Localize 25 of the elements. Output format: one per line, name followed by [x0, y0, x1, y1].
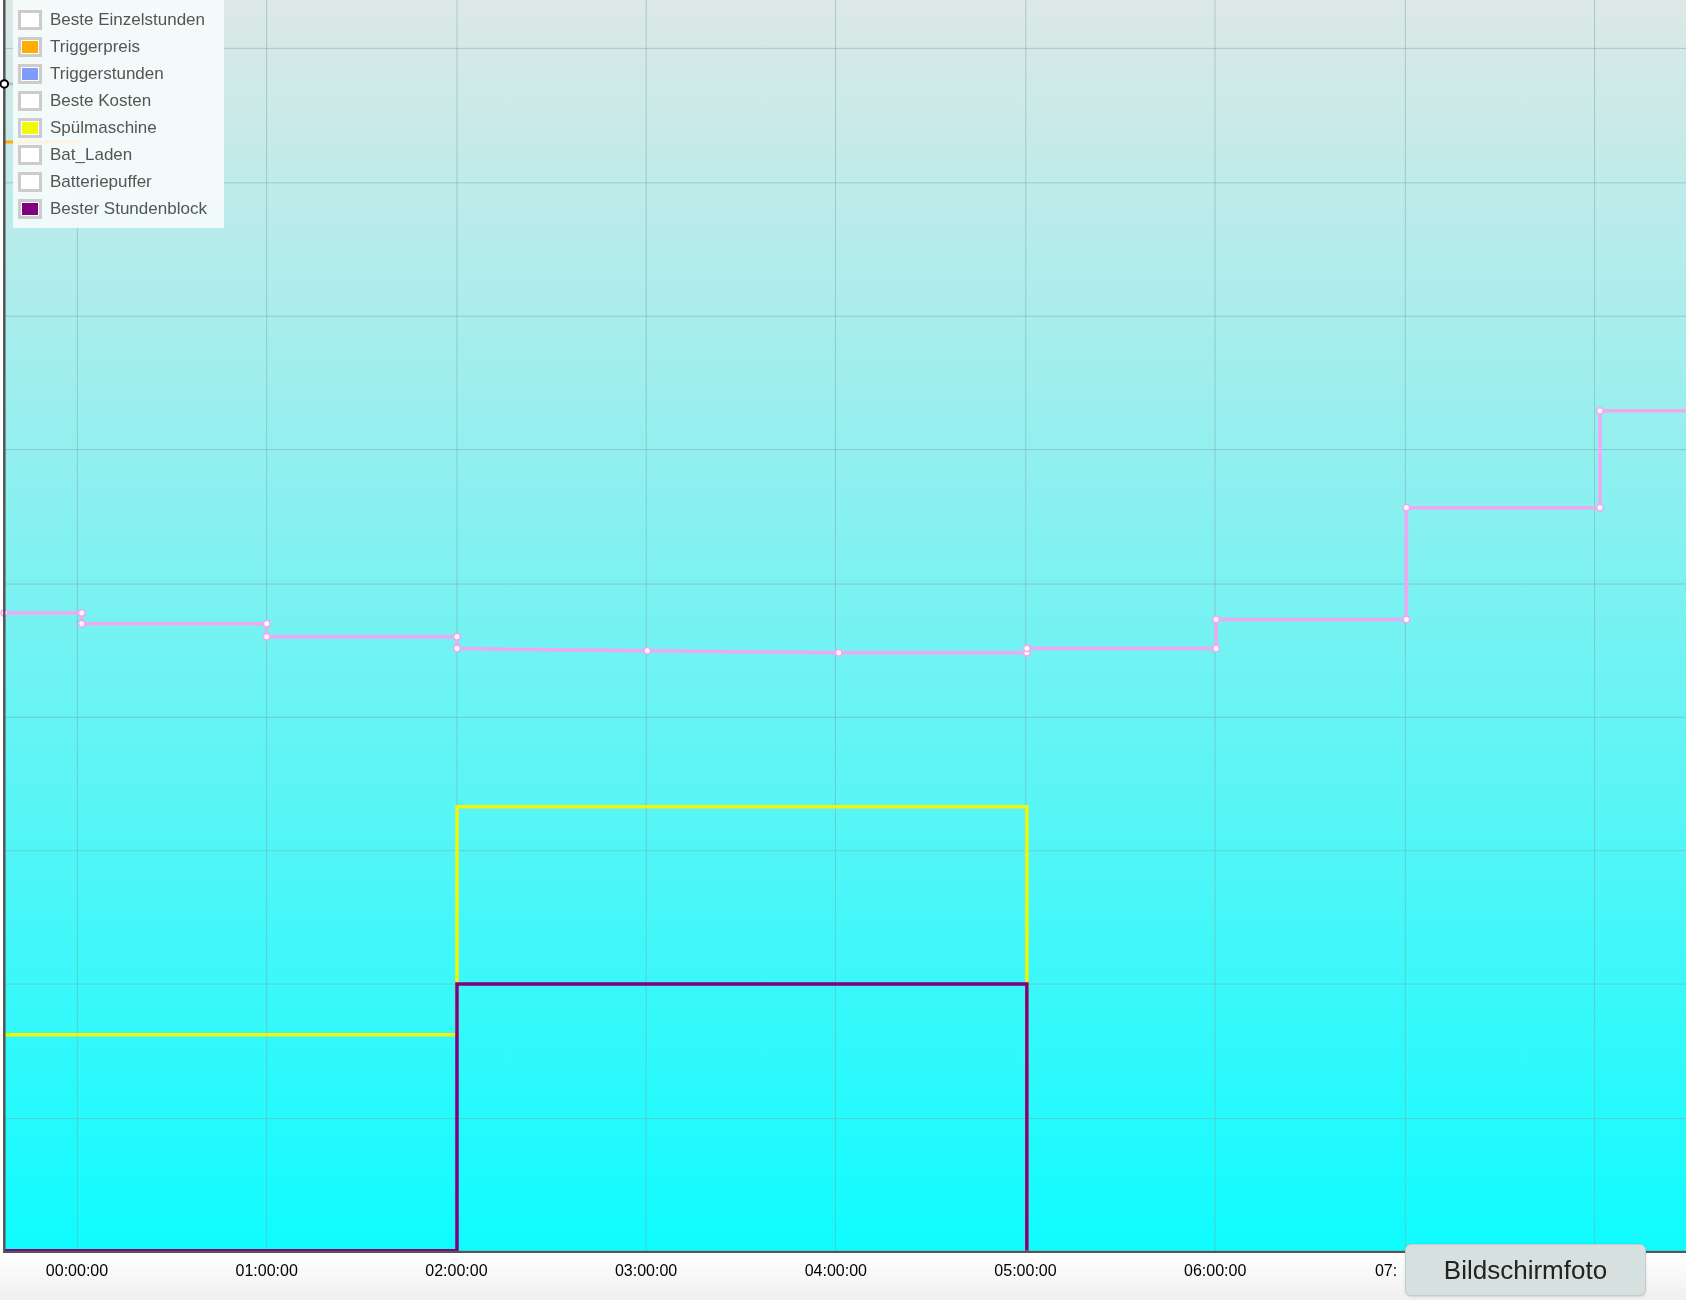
legend-label[interactable]: Bat_Laden [50, 141, 133, 168]
legend-label[interactable]: Bester Stundenblock [50, 195, 207, 222]
legend-label[interactable]: Beste Kosten [50, 87, 152, 114]
x-axis-label: 05:00:00 [994, 1261, 1057, 1281]
legend-label[interactable]: Triggerpreis [50, 33, 141, 60]
x-axis-label: 04:00:00 [804, 1261, 867, 1281]
x-axis-label: 07: [1374, 1261, 1398, 1281]
legend-swatch[interactable] [18, 171, 42, 192]
x-axis-label: 03:00:00 [614, 1261, 678, 1281]
legend-swatch[interactable] [18, 117, 42, 138]
legend-swatch[interactable] [18, 198, 42, 219]
x-axis-label: 01:00:00 [235, 1261, 298, 1281]
legend-label[interactable]: Triggerstunden [50, 60, 164, 87]
legend-swatch[interactable] [18, 36, 42, 57]
legend-label[interactable]: Beste Einzelstunden [50, 6, 205, 33]
legend-swatch[interactable] [18, 90, 42, 111]
legend-label[interactable]: Spülmaschine [50, 114, 157, 141]
x-axis-label: 06:00:00 [1184, 1261, 1247, 1281]
legend-swatch[interactable] [18, 9, 42, 30]
legend-label[interactable]: Batteriepuffer [50, 168, 152, 195]
x-axis-label: 02:00:00 [425, 1261, 488, 1281]
tooltip: Bildschirmfoto [1405, 1244, 1646, 1296]
x-axis-label: 00:00:00 [45, 1261, 109, 1281]
legend-swatch[interactable] [18, 63, 42, 84]
legend-swatch[interactable] [18, 144, 42, 165]
